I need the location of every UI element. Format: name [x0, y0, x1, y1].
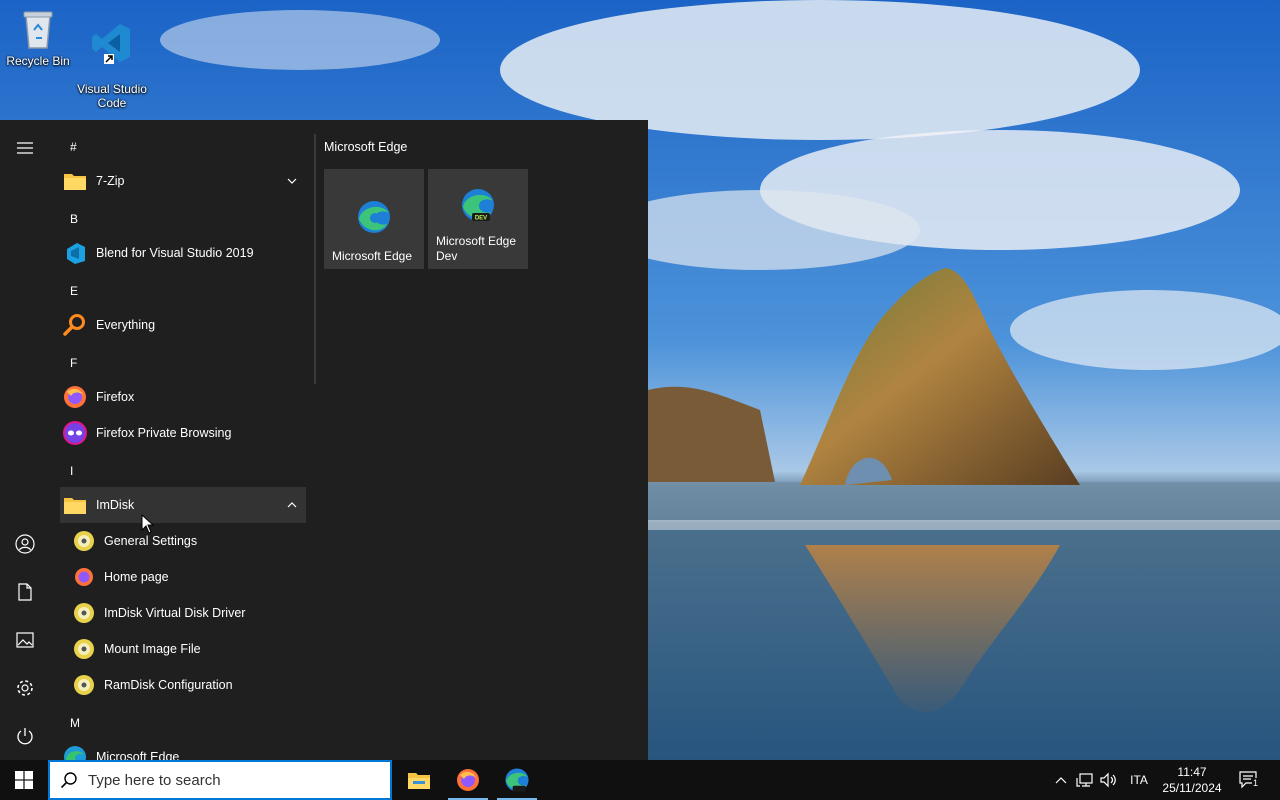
app-everything[interactable]: Everything [60, 307, 306, 343]
start-button[interactable] [0, 760, 48, 800]
app-microsoft-edge[interactable]: Microsoft Edge [60, 739, 306, 760]
app-imdisk-ramdisk-configuration[interactable]: RamDisk Configuration [60, 667, 306, 703]
disk-icon [72, 637, 96, 661]
settings-icon [17, 680, 33, 696]
app-imdisk-home-page[interactable]: Home page [60, 559, 306, 595]
start-rail [0, 120, 50, 760]
app-blend[interactable]: Blend for Visual Studio 2019 [60, 235, 306, 271]
power-button[interactable] [0, 714, 50, 758]
chevron-down-icon [287, 178, 297, 184]
network-icon [1076, 773, 1093, 787]
clock-time: 11:47 [1177, 765, 1207, 779]
action-center-button[interactable]: 1 [1234, 760, 1264, 800]
user-account-button[interactable] [0, 522, 50, 566]
letter-header-f[interactable]: F [70, 345, 77, 381]
taskbar-search-box[interactable] [48, 760, 392, 800]
start-menu: # 7-Zip B Blend for Visual Studio 2019 E… [0, 120, 648, 760]
app-7zip[interactable]: 7-Zip [60, 163, 306, 199]
folder-icon [62, 492, 88, 518]
edge-dev-icon: DEV [462, 189, 494, 222]
app-label: Everything [96, 318, 156, 332]
app-imdisk-virtual-disk-driver[interactable]: ImDisk Virtual Disk Driver [60, 595, 306, 631]
app-imdisk[interactable]: ImDisk [60, 487, 306, 523]
edge-dev-icon [505, 768, 529, 792]
taskbar-edge-dev[interactable] [493, 760, 541, 800]
documents-button[interactable] [0, 570, 50, 614]
app-label: Microsoft Edge [96, 750, 180, 760]
app-label: Firefox [96, 390, 135, 404]
volume-button[interactable] [1098, 760, 1120, 800]
app-firefox[interactable]: Firefox [60, 379, 306, 415]
clock-date: 25/11/2024 [1162, 781, 1222, 795]
letter-header-m[interactable]: M [70, 705, 80, 741]
file-explorer-icon [408, 773, 430, 789]
mouse-cursor-icon [141, 514, 155, 534]
taskbar: ITA 11:47 25/11/2024 1 [0, 760, 1280, 800]
firefox-icon [457, 769, 479, 791]
app-imdisk-mount-image-file[interactable]: Mount Image File [60, 631, 306, 667]
chevron-up-icon [287, 502, 297, 508]
hamburger-menu-icon [17, 142, 33, 154]
pictures-button[interactable] [0, 618, 50, 662]
tile-label: Microsoft Edge [332, 249, 413, 263]
expand-menu-button[interactable] [0, 126, 50, 170]
app-label: Home page [104, 570, 169, 584]
disk-icon [72, 601, 96, 625]
desktop-icon-vscode[interactable]: Visual Studio Code [74, 2, 150, 110]
app-label: Blend for Visual Studio 2019 [96, 246, 254, 260]
app-firefox-private[interactable]: Firefox Private Browsing [60, 415, 306, 451]
vscode-label: Visual Studio Code [77, 82, 147, 110]
letter-header-hash[interactable]: # [70, 129, 77, 165]
disk-icon [72, 529, 96, 553]
letter-header-b[interactable]: B [70, 201, 78, 237]
pictures-icon [16, 632, 34, 648]
letter-header-e[interactable]: E [70, 273, 78, 309]
notification-count-badge: 1 [1252, 778, 1260, 788]
letter-header-i[interactable]: I [70, 453, 73, 489]
settings-button[interactable] [0, 666, 50, 710]
documents-icon [18, 583, 32, 601]
firefox-icon [62, 384, 88, 410]
recycle-bin-icon [23, 11, 53, 49]
edge-icon [358, 201, 390, 233]
app-label: ImDisk Virtual Disk Driver [104, 606, 246, 620]
app-label: 7-Zip [96, 174, 125, 188]
app-label: General Settings [104, 534, 198, 548]
search-input[interactable] [88, 771, 368, 789]
recycle-bin-label: Recycle Bin [6, 54, 70, 68]
taskbar-firefox[interactable] [444, 760, 492, 800]
firefox-icon [72, 565, 96, 589]
search-icon [60, 772, 77, 789]
taskbar-file-explorer[interactable] [395, 760, 443, 800]
app-list: # 7-Zip B Blend for Visual Studio 2019 E… [50, 120, 315, 760]
tile-label: Microsoft Edge Dev [436, 234, 517, 263]
show-hidden-icons-button[interactable] [1050, 760, 1072, 800]
input-language-indicator[interactable]: ITA [1124, 760, 1154, 800]
app-imdisk-general-settings[interactable]: General Settings [60, 523, 306, 559]
app-list-scrollbar[interactable] [314, 134, 316, 384]
app-label: ImDisk [96, 498, 135, 512]
vscode-icon [92, 24, 130, 64]
everything-search-icon [62, 312, 88, 338]
app-label: Firefox Private Browsing [96, 426, 232, 440]
desktop-icon-recycle-bin[interactable]: Recycle Bin [0, 2, 76, 68]
folder-icon [62, 168, 88, 194]
network-button[interactable] [1074, 760, 1096, 800]
volume-icon [1100, 772, 1116, 788]
blend-icon [62, 240, 88, 266]
tile-microsoft-edge[interactable]: Microsoft Edge [324, 169, 424, 269]
firefox-private-icon [62, 420, 88, 446]
chevron-up-icon [1055, 777, 1067, 784]
power-icon [17, 728, 33, 745]
disk-icon [72, 673, 96, 697]
app-label: Mount Image File [104, 642, 201, 656]
edge-icon [62, 744, 88, 760]
windows-logo-icon [15, 771, 33, 789]
taskbar-clock[interactable]: 11:47 25/11/2024 [1156, 764, 1228, 796]
tile-microsoft-edge-dev[interactable]: DEV Microsoft Edge Dev [428, 169, 528, 269]
user-icon [15, 534, 35, 554]
svg-text:DEV: DEV [475, 216, 487, 222]
tile-group-title[interactable]: Microsoft Edge [324, 140, 407, 154]
app-label: RamDisk Configuration [104, 678, 233, 692]
